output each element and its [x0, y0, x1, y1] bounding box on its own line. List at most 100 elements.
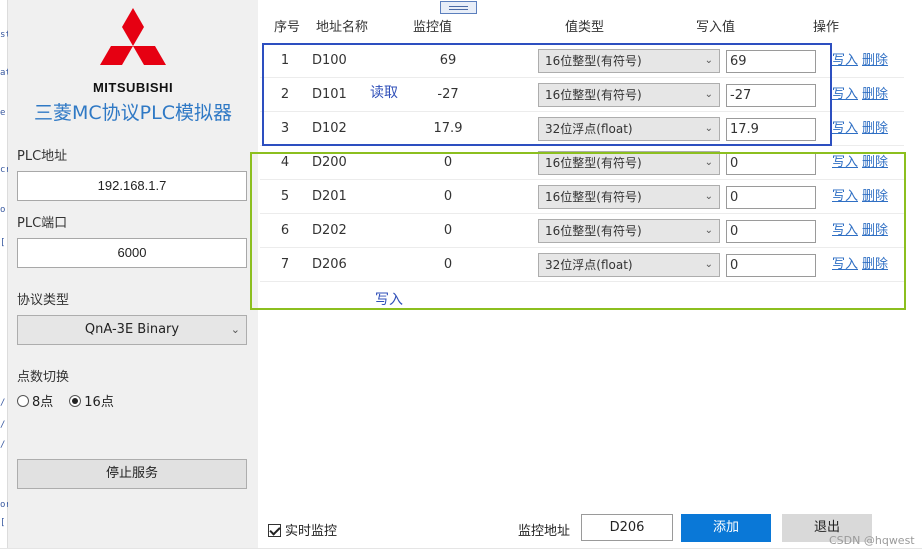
chevron-down-icon: ⌄ — [704, 55, 713, 66]
row-write-link[interactable]: 写入 — [832, 214, 858, 248]
row-address: D200 — [312, 155, 347, 170]
row-delete-link[interactable]: 删除 — [862, 112, 888, 146]
points-radio-16-label: 16点 — [84, 395, 114, 410]
header-type: 值类型 — [565, 20, 605, 35]
header-monitor: 监控值 — [413, 20, 453, 35]
row-type-value: 16位整型(有符号) — [545, 54, 642, 68]
radio-checked-icon — [69, 394, 82, 407]
row-index: 2 — [280, 87, 290, 102]
chevron-down-icon: ⌄ — [704, 225, 713, 236]
row-type-select[interactable]: 16位整型(有符号) ⌄ — [538, 83, 720, 107]
row-delete-link[interactable]: 删除 — [862, 214, 888, 248]
row-address: D201 — [312, 189, 347, 204]
row-write-value-input[interactable]: 17.9 — [726, 118, 816, 141]
row-monitor-value: -27 — [437, 87, 459, 102]
row-monitor-value: 69 — [439, 53, 457, 68]
points-radio-8-label: 8点 — [32, 395, 54, 410]
row-address: D206 — [312, 257, 347, 272]
row-type-select[interactable]: 16位整型(有符号) ⌄ — [538, 49, 720, 73]
row-type-value: 16位整型(有符号) — [545, 156, 642, 170]
row-address: D202 — [312, 223, 347, 238]
row-type-value: 32位浮点(float) — [545, 258, 633, 272]
row-delete-link[interactable]: 删除 — [862, 180, 888, 214]
splitter-grip-handle[interactable] — [440, 1, 477, 14]
header-address: 地址名称 — [316, 20, 369, 35]
monitor-address-input[interactable]: D206 — [581, 514, 673, 541]
row-type-value: 16位整型(有符号) — [545, 224, 642, 238]
header-write-value: 写入值 — [696, 20, 736, 35]
plc-address-label: PLC地址 — [17, 149, 68, 164]
row-monitor-value: 0 — [443, 257, 453, 272]
row-type-select[interactable]: 16位整型(有符号) ⌄ — [538, 219, 720, 243]
row-index: 4 — [280, 155, 290, 170]
row-write-value-input[interactable]: 0 — [726, 254, 816, 277]
chevron-down-icon: ⌄ — [230, 323, 240, 336]
background-editor-strip: st at e cr o[ / / / or[ — [0, 0, 11, 557]
left-panel: MITSUBISHI 三菱MC协议PLC模拟器 PLC地址 192.168.1.… — [8, 0, 258, 548]
row-address: D100 — [312, 53, 347, 68]
write-annotation: 写入 — [375, 292, 403, 308]
row-index: 7 — [280, 257, 290, 272]
plc-address-input[interactable]: 192.168.1.7 — [17, 171, 247, 201]
table-row: 2 D101 -27 16位整型(有符号) ⌄ -27 写入 删除 — [260, 78, 904, 112]
table-row: 3 D102 17.9 32位浮点(float) ⌄ 17.9 写入 删除 — [260, 112, 904, 146]
row-delete-link[interactable]: 删除 — [862, 146, 888, 180]
row-type-value: 16位整型(有符号) — [545, 88, 642, 102]
points-radio-8[interactable]: 8点 — [17, 391, 53, 410]
table-row: 4 D200 0 16位整型(有符号) ⌄ 0 写入 删除 — [260, 146, 904, 180]
row-type-select[interactable]: 16位整型(有符号) ⌄ — [538, 151, 720, 175]
row-monitor-value: 0 — [443, 189, 453, 204]
row-delete-link[interactable]: 删除 — [862, 248, 888, 282]
row-write-link[interactable]: 写入 — [832, 112, 858, 146]
stop-service-button[interactable]: 停止服务 — [17, 459, 247, 489]
header-actions: 操作 — [813, 20, 840, 35]
realtime-monitor-checkbox[interactable]: 实时监控 — [268, 520, 337, 539]
row-write-link[interactable]: 写入 — [832, 78, 858, 112]
table-row: 7 D206 0 32位浮点(float) ⌄ 0 写入 删除 — [260, 248, 904, 282]
app-title: 三菱MC协议PLC模拟器 — [34, 102, 232, 124]
checkbox-checked-icon — [268, 524, 281, 537]
radio-unchecked-icon — [17, 394, 29, 407]
row-address: D101 — [312, 87, 347, 102]
chevron-down-icon: ⌄ — [704, 191, 713, 202]
chevron-down-icon: ⌄ — [704, 157, 713, 168]
row-delete-link[interactable]: 删除 — [862, 78, 888, 112]
row-write-link[interactable]: 写入 — [832, 180, 858, 214]
row-write-value-input[interactable]: 0 — [726, 152, 816, 175]
table-row: 1 D100 69 16位整型(有符号) ⌄ 69 写入 删除 — [260, 44, 904, 78]
row-write-link[interactable]: 写入 — [832, 44, 858, 78]
points-radio-16[interactable]: 16点 — [69, 391, 114, 410]
realtime-monitor-label: 实时监控 — [285, 524, 338, 539]
background-editor-bottom — [0, 548, 922, 557]
row-write-link[interactable]: 写入 — [832, 248, 858, 282]
protocol-select[interactable]: QnA-3E Binary ⌄ — [17, 315, 247, 345]
add-button[interactable]: 添加 — [681, 514, 771, 542]
row-type-select[interactable]: 32位浮点(float) ⌄ — [538, 117, 720, 141]
row-write-link[interactable]: 写入 — [832, 146, 858, 180]
points-radio-group: 8点 16点 — [17, 391, 126, 410]
header-index: 序号 — [274, 20, 301, 35]
row-write-value-input[interactable]: 69 — [726, 50, 816, 73]
row-type-value: 32位浮点(float) — [545, 122, 633, 136]
row-index: 1 — [280, 53, 290, 68]
row-type-value: 16位整型(有符号) — [545, 190, 642, 204]
plc-port-input[interactable]: 6000 — [17, 238, 247, 268]
row-write-value-input[interactable]: 0 — [726, 220, 816, 243]
row-monitor-value: 0 — [443, 223, 453, 238]
brand-name: MITSUBISHI — [92, 80, 174, 95]
row-write-value-input[interactable]: 0 — [726, 186, 816, 209]
row-index: 3 — [280, 121, 290, 136]
row-delete-link[interactable]: 删除 — [862, 44, 888, 78]
row-write-value-input[interactable]: -27 — [726, 84, 816, 107]
plc-port-label: PLC端口 — [17, 216, 68, 231]
protocol-select-value: QnA-3E Binary — [84, 322, 180, 337]
table-row: 6 D202 0 16位整型(有符号) ⌄ 0 写入 删除 — [260, 214, 904, 248]
row-type-select[interactable]: 16位整型(有符号) ⌄ — [538, 185, 720, 209]
row-address: D102 — [312, 121, 347, 136]
protocol-label: 协议类型 — [17, 293, 70, 308]
row-type-select[interactable]: 32位浮点(float) ⌄ — [538, 253, 720, 277]
read-annotation: 读取 — [370, 85, 398, 101]
monitor-address-label: 监控地址 — [518, 524, 571, 539]
row-monitor-value: 17.9 — [433, 121, 463, 136]
chevron-down-icon: ⌄ — [704, 89, 713, 100]
